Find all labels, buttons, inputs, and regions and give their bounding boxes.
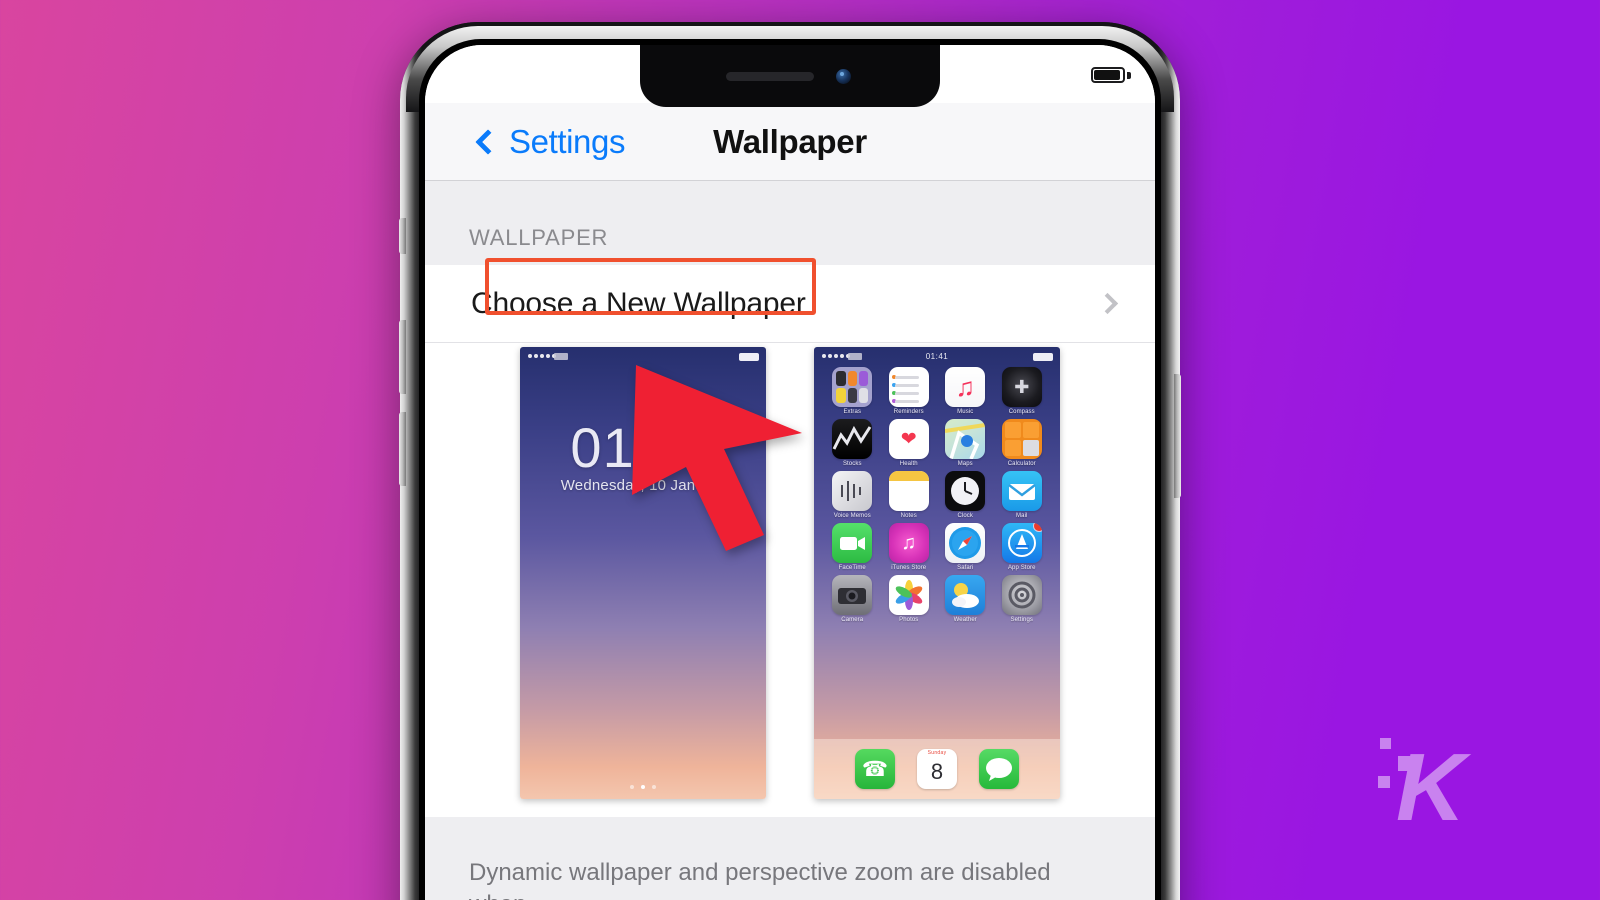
section-header-label: WALLPAPER — [469, 225, 609, 250]
message-bubble-icon[interactable] — [979, 749, 1019, 789]
heart-glyph: ❤ — [900, 428, 917, 450]
calculator-icon — [1001, 419, 1042, 459]
row-choose-new-wallpaper[interactable]: Choose a New Wallpaper — [425, 265, 1155, 343]
app-camera[interactable]: Camera — [824, 575, 881, 623]
volume-down-button[interactable] — [399, 412, 406, 486]
mute-switch[interactable] — [399, 218, 406, 254]
app-app-store[interactable]: App Store — [994, 523, 1051, 571]
battery-icon — [1033, 353, 1053, 361]
app-reminders[interactable]: Reminders — [881, 367, 938, 415]
app-calculator[interactable]: Calculator — [994, 419, 1051, 467]
power-button[interactable] — [1174, 374, 1181, 498]
camera-icon — [832, 575, 873, 615]
app-store-icon — [1001, 523, 1042, 563]
logo-letter: K — [1396, 734, 1466, 841]
app-label: Health — [899, 461, 918, 467]
notes-icon — [888, 471, 929, 511]
reminders-icon — [888, 367, 929, 407]
app-label: Notes — [900, 513, 917, 519]
app-label: Camera — [841, 617, 864, 623]
volume-up-button[interactable] — [399, 320, 406, 394]
gear-icon — [1001, 575, 1042, 615]
app-safari[interactable]: Safari — [937, 523, 994, 571]
carrier-label — [554, 353, 568, 360]
app-label: Settings — [1010, 617, 1033, 623]
row-label: Choose a New Wallpaper — [471, 286, 806, 320]
app-label: Clock — [957, 513, 973, 519]
app-notes[interactable]: Notes — [881, 471, 938, 519]
app-music[interactable]: ♫ Music — [937, 367, 994, 415]
app-label: Calculator — [1007, 461, 1036, 467]
envelope-icon — [1001, 471, 1042, 511]
app-label: Photos — [899, 617, 919, 623]
logo-pixel-3 — [1378, 776, 1390, 788]
app-label: Weather — [953, 617, 977, 623]
itunes-star-icon: ♫ — [888, 523, 929, 563]
app-compass[interactable]: ✚ Compass — [994, 367, 1051, 415]
sun-cloud-icon — [945, 575, 986, 615]
app-label: Reminders — [893, 409, 924, 415]
app-mail[interactable]: Mail — [994, 471, 1051, 519]
app-label: Maps — [957, 461, 973, 467]
app-label: Mail — [1016, 513, 1028, 519]
red-arrow-cursor — [632, 365, 802, 551]
back-button[interactable]: Settings — [475, 122, 626, 161]
app-label: Compass — [1008, 409, 1035, 415]
app-itunes-store[interactable]: ♫ iTunes Store — [881, 523, 938, 571]
front-camera-icon — [836, 69, 851, 84]
app-label: iTunes Store — [891, 565, 927, 571]
app-health[interactable]: ❤ Health — [881, 419, 938, 467]
earpiece-speaker-icon — [726, 72, 814, 81]
navigation-bar: Settings Wallpaper — [425, 103, 1155, 181]
app-weather[interactable]: Weather — [937, 575, 994, 623]
back-button-label: Settings — [509, 122, 626, 160]
app-photos[interactable]: Photos — [881, 575, 938, 623]
maps-icon — [945, 419, 986, 459]
phone-handset-icon[interactable]: ☎ — [855, 749, 895, 789]
compass-needle-icon — [945, 523, 986, 563]
calendar-icon[interactable]: Sunday 8 — [917, 749, 957, 789]
home-screen-dock: ☎ Sunday 8 — [814, 739, 1060, 799]
footer-note-text: Dynamic wallpaper and perspective zoom a… — [469, 859, 1051, 900]
note-glyph: ♫ — [955, 371, 976, 402]
note-glyph: ♫ — [901, 531, 917, 554]
handset-glyph: ☎ — [861, 757, 889, 781]
clock-icon — [945, 471, 986, 511]
chevron-right-icon — [1096, 292, 1119, 315]
app-maps[interactable]: Maps — [937, 419, 994, 467]
app-clock[interactable]: Clock — [937, 471, 994, 519]
app-settings[interactable]: Settings — [994, 575, 1051, 623]
app-label: App Store — [1007, 565, 1036, 571]
chevron-left-icon — [475, 128, 501, 155]
section-header: WALLPAPER — [425, 181, 1155, 265]
battery-full-icon — [1091, 67, 1125, 83]
music-note-icon: ♫ — [945, 367, 986, 407]
logo-pixel-1 — [1380, 738, 1391, 749]
signal-dots-icon — [528, 354, 556, 358]
knowtechie-logo: K — [1362, 722, 1482, 841]
app-label: Safari — [957, 565, 974, 571]
app-label: FaceTime — [838, 565, 866, 571]
compass-glyph: ✚ — [1014, 376, 1030, 397]
compass-icon: ✚ — [1001, 367, 1042, 407]
page-indicator — [520, 785, 766, 789]
calendar-day: 8 — [930, 759, 944, 784]
heart-icon: ❤ — [888, 419, 929, 459]
notch — [640, 45, 940, 107]
battery-nub-icon — [1127, 72, 1131, 79]
app-label: Music — [957, 409, 974, 415]
footer-note: Dynamic wallpaper and perspective zoom a… — [425, 817, 1155, 900]
photos-flower-icon — [888, 575, 929, 615]
